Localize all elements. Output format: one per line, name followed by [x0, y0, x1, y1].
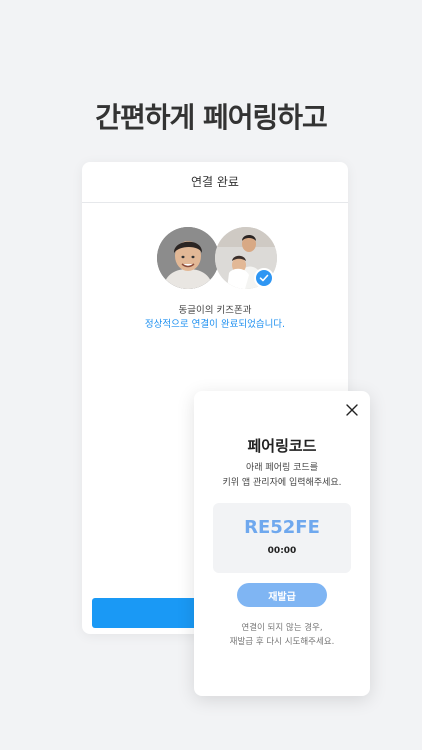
- modal-note-line2: 재발급 후 다시 시도해주세요.: [229, 637, 335, 647]
- modal-note-line1: 연결이 되지 않는 경우,: [241, 623, 323, 633]
- kid-avatar: [157, 227, 219, 289]
- close-icon[interactable]: [344, 402, 360, 418]
- modal-description-line1: 아래 페어링 코드를: [246, 463, 318, 473]
- modal-title: 페어링코드: [247, 437, 317, 455]
- pairing-code-modal: 페어링코드 아래 페어링 코드를 키위 앱 관리자에 입력해주세요. RE52F…: [194, 391, 370, 696]
- modal-description: 아래 페어링 코드를 키위 앱 관리자에 입력해주세요.: [194, 461, 370, 491]
- check-icon: [254, 268, 274, 288]
- modal-description-line2: 키위 앱 관리자에 입력해주세요.: [222, 478, 342, 488]
- reissue-button[interactable]: 재발급: [237, 583, 327, 607]
- screen-header-title: 연결 완료: [82, 162, 348, 203]
- headline: 간편하게 페어링하고: [95, 101, 328, 134]
- pairing-code-box: RE52FE 00:00: [213, 503, 351, 573]
- status-message-highlight: 정상적으로 연결이 완료되었습니다.: [144, 319, 286, 330]
- countdown-timer: 00:00: [267, 546, 297, 556]
- status-message: 동글이의 키즈폰과: [178, 305, 252, 316]
- modal-help-note: 연결이 되지 않는 경우, 재발급 후 다시 시도해주세요.: [194, 621, 370, 649]
- pairing-code: RE52FE: [244, 517, 320, 538]
